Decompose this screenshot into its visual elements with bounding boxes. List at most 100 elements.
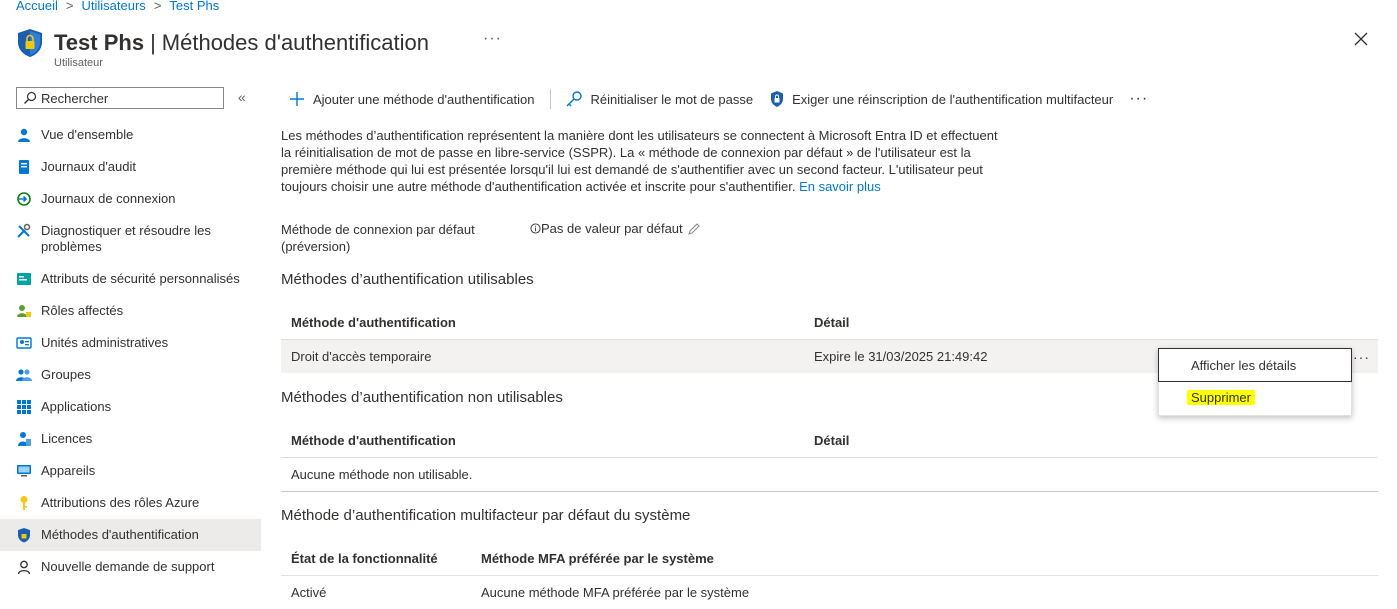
sidebar-search xyxy=(16,87,224,109)
sidebar-item-label: Journaux de connexion xyxy=(41,191,176,206)
unusable-methods-table: Méthode d'authentification Détail Aucune… xyxy=(281,424,1378,492)
sidebar-item-label: Vue d'ensemble xyxy=(41,127,134,142)
sidebar-item-label: Diagnostiquer et résoudre les problèmes xyxy=(41,223,211,254)
reset-password-button[interactable]: Réinitialiser le mot de passe xyxy=(565,90,753,108)
breadcrumb-home[interactable]: Accueil xyxy=(16,0,58,13)
sidebar-item-audit-logs[interactable]: Journaux d'audit xyxy=(0,151,261,183)
row-more-button[interactable]: ··· xyxy=(1353,349,1370,365)
search-input[interactable] xyxy=(41,90,211,106)
sidebar-item-devices[interactable]: Appareils xyxy=(0,455,261,487)
sidebar-item-label: Nouvelle demande de support xyxy=(41,559,215,574)
shield-lock-icon xyxy=(18,528,30,543)
table-row: Aucune méthode non utilisable. xyxy=(281,458,1378,491)
sidebar-item-security-attributes[interactable]: Attributs de sécurité personnalisés xyxy=(0,263,261,295)
sidebar-item-signin-logs[interactable]: Journaux de connexion xyxy=(0,183,261,215)
licenses-icon xyxy=(18,432,31,446)
sidebar-item-label: Groupes xyxy=(41,367,91,382)
reset-password-label: Réinitialiser le mot de passe xyxy=(590,91,754,107)
sidebar-item-label: Applications xyxy=(41,399,112,414)
toolbar-more-button[interactable]: ··· xyxy=(1129,90,1148,108)
sidebar-item-label: Journaux d'audit xyxy=(41,159,136,174)
sidebar-item-diagnose[interactable]: Diagnostiquer et résoudre les problèmes xyxy=(0,215,261,263)
mfa-preferred-method: Aucune méthode MFA préférée par le systè… xyxy=(481,585,750,600)
default-method-value: Pas de valeur par défaut xyxy=(530,221,701,236)
applications-grid-icon xyxy=(17,400,31,414)
sidebar-item-label: Licences xyxy=(41,431,93,446)
menu-item-label: Supprimer xyxy=(1187,389,1255,405)
search-icon xyxy=(24,91,37,104)
lock-shield-icon xyxy=(771,91,784,107)
usable-methods-heading: Méthodes d’authentification utilisables xyxy=(281,271,534,288)
key-icon xyxy=(566,91,583,107)
sidebar-item-auth-methods[interactable]: Méthodes d'authentification xyxy=(0,519,261,551)
devices-icon xyxy=(17,465,31,477)
breadcrumb-users[interactable]: Utilisateurs xyxy=(82,0,146,13)
column-header-detail: Détail xyxy=(814,433,850,448)
wrench-icon xyxy=(17,223,31,238)
default-method-text: Pas de valeur par défaut xyxy=(541,221,683,236)
learn-more-link[interactable]: En savoir plus xyxy=(799,179,881,194)
menu-item-view-details[interactable]: Afficher les détails xyxy=(1158,348,1352,382)
system-mfa-heading: Méthode d’authentification multifacteur … xyxy=(281,507,691,524)
sidebar-item-label: Rôles affectés xyxy=(41,303,124,318)
sidebar-item-groups[interactable]: Groupes xyxy=(0,359,261,391)
description-text: Les méthodes d’authentification représen… xyxy=(281,128,998,194)
sidebar-item-label: Attributs de sécurité personnalisés xyxy=(41,271,240,286)
menu-item-label: Afficher les détails xyxy=(1191,357,1297,373)
sidebar-item-roles[interactable]: Rôles affectés xyxy=(0,295,261,327)
page-subtitle: Utilisateur xyxy=(54,57,103,69)
page-title: Test Phs | Méthodes d'authentification xyxy=(54,30,429,56)
page-header: Test Phs | Méthodes d'authentification xyxy=(16,26,429,60)
toolbar-divider xyxy=(550,89,552,109)
require-mfa-label: Exiger une réinscription de l'authentifi… xyxy=(792,91,1114,107)
edit-pencil-icon[interactable] xyxy=(687,222,701,236)
table-header: Méthode d'authentification Détail xyxy=(281,306,1378,340)
sidebar-item-admin-units[interactable]: Unités administratives xyxy=(0,327,261,359)
sidebar-item-label: Méthodes d'authentification xyxy=(41,527,199,542)
breadcrumb-user[interactable]: Test Phs xyxy=(169,0,219,13)
sidebar-nav: Vue d'ensemble Journaux d'audit Journaux… xyxy=(0,119,261,583)
empty-message: Aucune méthode non utilisable. xyxy=(291,467,473,482)
info-icon[interactable] xyxy=(530,223,541,234)
sidebar-item-label: Attributions des rôles Azure xyxy=(41,495,200,510)
sidebar-item-label: Appareils xyxy=(41,463,96,478)
sidebar-item-support[interactable]: Nouvelle demande de support xyxy=(0,551,261,583)
add-method-button[interactable]: Ajouter une méthode d'authentification xyxy=(288,90,534,108)
system-mfa-table: État de la fonctionnalité Méthode MFA pr… xyxy=(281,542,1378,609)
row-context-menu: Afficher les détails Supprimer xyxy=(1158,348,1352,416)
close-icon[interactable] xyxy=(1352,30,1370,48)
support-person-icon xyxy=(17,560,31,575)
sidebar-item-label: Unités administratives xyxy=(41,335,169,350)
column-header-detail: Détail xyxy=(814,315,850,330)
breadcrumb-chevron-icon: > xyxy=(65,0,74,13)
add-method-label: Ajouter une méthode d'authentification xyxy=(313,91,535,107)
column-header-preferred-method: Méthode MFA préférée par le système xyxy=(481,551,714,566)
sidebar-item-applications[interactable]: Applications xyxy=(0,391,261,423)
column-header-state: État de la fonctionnalité xyxy=(291,551,438,566)
default-method-label: Méthode de connexion par défaut (prévers… xyxy=(281,222,475,254)
sidebar-item-overview[interactable]: Vue d'ensemble xyxy=(0,119,261,151)
page-title-separator: | xyxy=(150,30,156,55)
attributes-icon xyxy=(17,273,31,285)
log-book-icon xyxy=(19,160,29,174)
sidebar-item-azure-roles[interactable]: Attributions des rôles Azure xyxy=(0,487,261,519)
header-more-button[interactable]: ··· xyxy=(483,30,502,48)
table-row: Activé Aucune méthode MFA préférée par l… xyxy=(281,576,1378,609)
column-header-method: Méthode d'authentification xyxy=(291,315,456,330)
sidebar-item-licenses[interactable]: Licences xyxy=(0,423,261,455)
page-title-user: Test Phs xyxy=(54,30,145,55)
sign-in-icon xyxy=(17,192,31,206)
admin-units-icon xyxy=(16,337,32,349)
collapse-sidebar-button[interactable]: « xyxy=(238,89,246,105)
page-title-section: Méthodes d'authentification xyxy=(161,30,429,55)
key-icon xyxy=(20,496,28,510)
plus-icon xyxy=(290,92,304,106)
table-header: État de la fonctionnalité Méthode MFA pr… xyxy=(281,542,1378,576)
menu-item-delete[interactable]: Supprimer xyxy=(1159,381,1351,413)
table-header: Méthode d'authentification Détail xyxy=(281,424,1378,458)
require-mfa-reregister-button[interactable]: Exiger une réinscription de l'authentifi… xyxy=(769,90,1113,108)
column-header-method: Méthode d'authentification xyxy=(291,433,456,448)
breadcrumb: Accueil > Utilisateurs > Test Phs xyxy=(16,0,219,13)
breadcrumb-chevron-icon: > xyxy=(153,0,162,13)
groups-icon xyxy=(16,369,32,381)
